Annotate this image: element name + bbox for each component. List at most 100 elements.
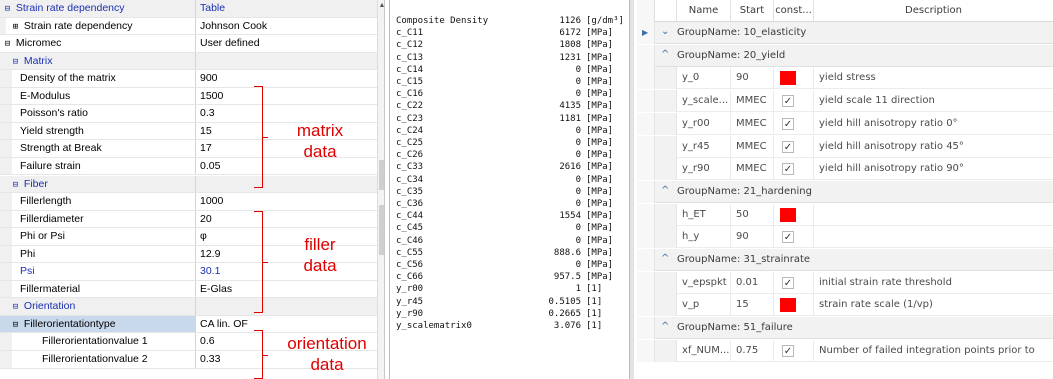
cell-start[interactable]: 0.01 — [731, 271, 774, 294]
row-indicator[interactable] — [637, 44, 655, 67]
cell-const[interactable]: ✓ — [774, 226, 814, 249]
collapse-chevron-icon[interactable]: ^ — [661, 321, 669, 332]
table-row[interactable]: v_epspkt 0.01 ✓ initial strain rate thresho… — [637, 271, 1053, 294]
property-row[interactable]: ⊟ Micromec User defined — [0, 35, 377, 53]
property-row[interactable]: Fillermaterial E-Glas — [0, 280, 377, 299]
property-value[interactable]: 1500 — [197, 88, 377, 105]
property-row[interactable]: E-Modulus 1500 — [0, 87, 377, 106]
expand-chevron-icon[interactable]: ⌄ — [661, 26, 669, 37]
collapse-chevron-icon[interactable]: ^ — [661, 253, 669, 264]
const-checkbox[interactable]: ✓ — [782, 117, 794, 130]
property-row[interactable]: ⊟ Matrix — [0, 52, 377, 71]
group-row[interactable]: ^ GroupName: 31_strainrate — [637, 249, 1053, 271]
cell-const[interactable]: ✓ — [774, 90, 814, 113]
cell-const[interactable] — [774, 203, 814, 226]
column-header-const[interactable]: const... — [774, 0, 814, 22]
cell-description[interactable]: strain rate scale (1/vp) — [814, 294, 1053, 316]
property-value[interactable]: 1000 — [197, 193, 377, 210]
table-row[interactable]: y_r00 MMEC ✓ yield hill anisotropy ratio 0° — [637, 112, 1053, 135]
row-indicator[interactable] — [637, 271, 655, 294]
cell-name[interactable]: y_0 — [677, 67, 731, 90]
scrollbar-thumb[interactable] — [379, 160, 384, 190]
property-row[interactable]: ⊟ Fiber — [0, 175, 377, 193]
cell-const[interactable]: ✓ — [774, 271, 814, 294]
property-grid-scrollbar[interactable]: ▲ — [377, 0, 384, 379]
cell-name[interactable]: v_epspkt — [677, 271, 731, 294]
property-row[interactable]: ⊟ Strain rate dependency Table — [0, 0, 377, 18]
group-row[interactable]: ^ GroupName: 21_hardening — [637, 180, 1053, 203]
property-value[interactable]: E-Glas — [197, 281, 377, 298]
const-checkbox[interactable]: ✓ — [782, 276, 794, 289]
property-value[interactable]: 20 — [197, 211, 377, 228]
results-text-output[interactable]: Composite Density 1126 [g/dm³] c_C11 6172 [MP… — [389, 0, 630, 379]
group-row[interactable]: ^ GroupName: 20_yield — [637, 44, 1053, 67]
property-value[interactable]: User defined — [197, 35, 377, 52]
collapse-chevron-icon[interactable]: ^ — [661, 185, 669, 196]
cell-name[interactable]: y_r90 — [677, 158, 731, 181]
table-row[interactable]: h_y 90 ✓ — [637, 226, 1053, 249]
property-value[interactable]: Table — [197, 0, 377, 17]
table-row[interactable]: v_p 15 strain rate scale (1/vp) — [637, 294, 1053, 317]
expand-toggle-icon[interactable]: ⊞ — [10, 19, 21, 35]
property-row[interactable]: ⊞ Strain rate dependency Johnson Cook — [0, 17, 377, 36]
row-indicator[interactable]: ▶ — [637, 22, 655, 44]
row-indicator[interactable] — [637, 317, 655, 340]
expand-toggle-icon[interactable]: ⊟ — [10, 54, 21, 70]
expand-toggle-icon[interactable]: ⊟ — [10, 177, 21, 193]
row-indicator[interactable] — [637, 294, 655, 317]
const-checkbox[interactable]: ✓ — [782, 95, 794, 108]
cell-name[interactable]: h_ET — [677, 203, 731, 226]
cell-start[interactable]: 15 — [731, 294, 774, 317]
row-indicator[interactable] — [637, 158, 655, 181]
property-row[interactable]: Density of the matrix 900 — [0, 70, 377, 88]
expand-toggle-icon[interactable]: ⊟ — [2, 1, 13, 17]
row-indicator[interactable] — [637, 135, 655, 158]
row-indicator[interactable] — [637, 226, 655, 249]
cell-description[interactable]: initial strain rate threshold — [814, 272, 1053, 294]
property-row[interactable]: Fillerlength 1000 — [0, 193, 377, 211]
cell-description[interactable]: yield hill anisotropy ratio 45° — [814, 136, 1053, 158]
cell-const[interactable]: ✓ — [774, 339, 814, 362]
group-row[interactable]: ▶ ⌄ GroupName: 10_elasticity — [637, 22, 1053, 44]
row-indicator[interactable] — [637, 67, 655, 90]
cell-description[interactable] — [814, 204, 1053, 226]
scroll-up-arrow-icon[interactable]: ▲ — [378, 2, 384, 9]
cell-name[interactable]: h_y — [677, 226, 731, 249]
cell-description[interactable]: yield stress — [814, 67, 1053, 89]
table-row[interactable]: y_scale... MMEC ✓ yield scale 11 direction — [637, 90, 1053, 113]
property-value[interactable]: Johnson Cook — [197, 18, 377, 35]
cell-start[interactable]: 50 — [731, 203, 774, 226]
cell-description[interactable]: Number of failed integration points prio… — [814, 340, 1053, 362]
table-row[interactable]: xf_NUM... 0.75 ✓ Number of failed integrati… — [637, 339, 1053, 362]
cell-name[interactable]: y_r45 — [677, 135, 731, 158]
property-row[interactable]: ⊟ Orientation — [0, 298, 377, 316]
cell-description[interactable]: yield scale 11 direction — [814, 90, 1053, 112]
row-indicator[interactable] — [637, 90, 655, 113]
cell-start[interactable]: 90 — [731, 67, 774, 90]
cell-start[interactable]: MMEC — [731, 135, 774, 158]
expand-toggle-icon[interactable]: ⊟ — [2, 36, 13, 52]
cell-const[interactable]: ✓ — [774, 112, 814, 135]
cell-description[interactable] — [814, 226, 1053, 248]
property-value[interactable]: CA lin. OF — [197, 316, 377, 333]
table-row[interactable]: y_r90 MMEC ✓ yield hill anisotropy ratio 90… — [637, 158, 1053, 181]
row-indicator[interactable] — [637, 180, 655, 203]
cell-const[interactable]: ✓ — [774, 135, 814, 158]
column-header-description[interactable]: Description — [814, 0, 1053, 22]
const-checkbox[interactable]: ✓ — [782, 344, 794, 357]
cell-name[interactable]: y_r00 — [677, 112, 731, 135]
const-checkbox[interactable]: ✓ — [782, 231, 794, 244]
column-header-name[interactable]: Name — [677, 0, 731, 22]
property-value[interactable] — [197, 298, 377, 315]
expand-toggle-icon[interactable]: ⊟ — [10, 317, 21, 333]
splitter[interactable] — [630, 0, 634, 379]
cell-const[interactable] — [774, 294, 814, 317]
expand-toggle-icon[interactable]: ⊟ — [10, 299, 21, 315]
cell-start[interactable]: 90 — [731, 226, 774, 249]
cell-start[interactable]: MMEC — [731, 112, 774, 135]
cell-const[interactable] — [774, 67, 814, 90]
cell-start[interactable]: MMEC — [731, 90, 774, 113]
cell-start[interactable]: 0.75 — [731, 339, 774, 362]
cell-name[interactable]: v_p — [677, 294, 731, 317]
cell-description[interactable]: yield hill anisotropy ratio 90° — [814, 158, 1053, 180]
